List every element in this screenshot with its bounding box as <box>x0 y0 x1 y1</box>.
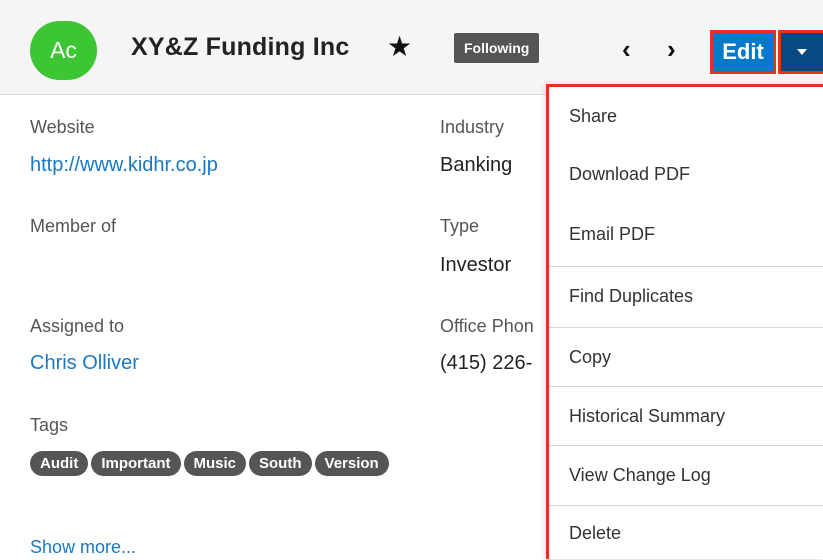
actions-dropdown-button[interactable] <box>778 30 823 74</box>
member-of-label: Member of <box>30 216 117 236</box>
assigned-to-link[interactable]: Chris Olliver <box>30 352 139 375</box>
following-button[interactable]: Following <box>454 33 540 63</box>
next-record-button[interactable]: › <box>667 34 676 65</box>
tags-label: Tags <box>30 415 69 435</box>
edit-button[interactable]: Edit <box>710 30 776 74</box>
menu-item-email-pdf[interactable]: Email PDF <box>549 205 823 263</box>
previous-record-button[interactable]: ‹ <box>622 34 631 65</box>
page-title: XY&Z Funding Inc <box>131 33 350 61</box>
menu-item-download-pdf[interactable]: Download PDF <box>549 145 823 203</box>
tag-south[interactable]: South <box>249 451 312 476</box>
type-value: Investor <box>440 254 512 276</box>
type-label: Type <box>440 216 480 236</box>
menu-item-view-change-log[interactable]: View Change Log <box>549 446 823 504</box>
tag-list: Audit Important Music South Version <box>30 451 389 476</box>
chevron-down-icon <box>797 49 807 55</box>
star-icon[interactable]: ★ <box>387 30 412 63</box>
menu-item-share[interactable]: Share <box>549 87 823 145</box>
website-link[interactable]: http://www.kidhr.co.jp <box>30 154 218 177</box>
avatar: Ac <box>30 21 97 80</box>
tag-important[interactable]: Important <box>91 451 181 476</box>
industry-label: Industry <box>440 117 505 137</box>
tag-music[interactable]: Music <box>183 451 247 476</box>
tag-audit[interactable]: Audit <box>30 451 89 476</box>
menu-item-historical-summary[interactable]: Historical Summary <box>549 387 823 445</box>
website-label: Website <box>30 117 95 137</box>
menu-item-find-duplicates[interactable]: Find Duplicates <box>549 267 823 325</box>
office-phone-label: Office Phon <box>440 316 534 336</box>
tag-version[interactable]: Version <box>314 451 389 476</box>
assigned-to-label: Assigned to <box>30 316 125 336</box>
office-phone-value: (415) 226- <box>440 352 533 374</box>
actions-dropdown-menu: Share Download PDF Email PDF Find Duplic… <box>546 84 823 559</box>
menu-item-copy[interactable]: Copy <box>549 328 823 386</box>
menu-item-delete[interactable]: Delete <box>549 506 823 560</box>
record-header: Ac XY&Z Funding Inc ★ Following ‹ › Edit <box>0 0 823 95</box>
show-more-link[interactable]: Show more... <box>30 537 136 558</box>
industry-value: Banking <box>440 154 513 176</box>
